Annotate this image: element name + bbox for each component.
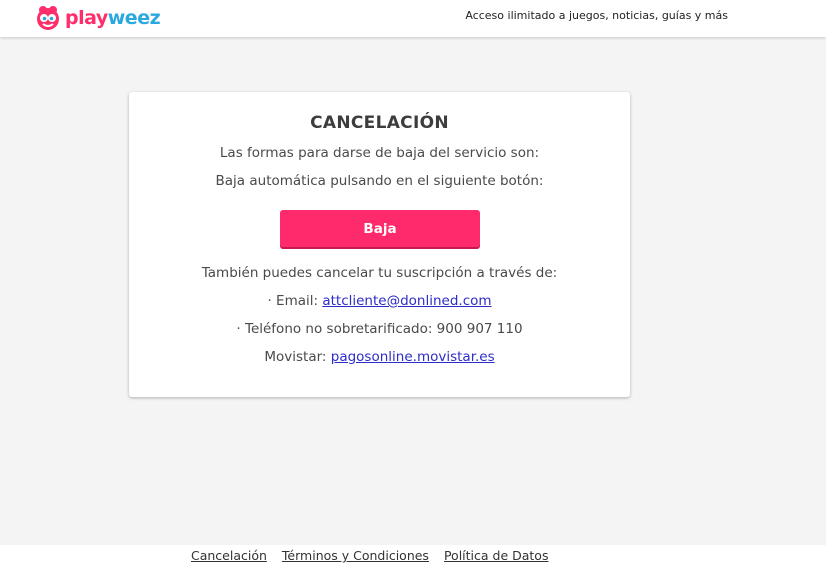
email-prefix: · Email:: [267, 293, 323, 309]
auto-cancel-text: Baja automática pulsando en el siguiente…: [215, 173, 544, 189]
header-tagline: Acceso ilimitado a juegos, noticias, guí…: [465, 9, 728, 22]
phone-line: · Teléfono no sobretarificado: 900 907 1…: [236, 321, 523, 337]
logo-wordmark: playweez: [65, 7, 161, 29]
footer-link-privacidad[interactable]: Política de Datos: [444, 548, 549, 563]
baja-button[interactable]: Baja: [280, 210, 480, 247]
movistar-prefix: Movistar:: [264, 349, 331, 365]
movistar-link[interactable]: pagosonline.movistar.es: [331, 349, 495, 365]
cancellation-card: CANCELACIÓN Las formas para darse de baj…: [129, 92, 630, 397]
logo-wordmark-play: play: [65, 7, 108, 29]
logo-wordmark-weez: weez: [107, 7, 161, 29]
mascot-logo-icon: [37, 6, 59, 30]
top-header: playweez Acceso ilimitado a juegos, noti…: [0, 0, 826, 37]
page-footer: Cancelación Términos y Condiciones Polít…: [0, 545, 826, 565]
alternative-text: También puedes cancelar tu suscripción a…: [201, 265, 558, 281]
footer-link-cancelacion[interactable]: Cancelación: [191, 548, 267, 563]
page-title: CANCELACIÓN: [310, 113, 449, 133]
email-line: · Email: attcliente@donlined.com: [129, 293, 630, 309]
footer-link-terminos[interactable]: Términos y Condiciones: [282, 548, 429, 563]
intro-text: Las formas para darse de baja del servic…: [219, 145, 540, 161]
playweez-logo[interactable]: playweez: [34, 3, 161, 33]
email-link[interactable]: attcliente@donlined.com: [322, 293, 491, 309]
movistar-line: Movistar: pagosonline.movistar.es: [129, 349, 630, 365]
footer-links: Cancelación Términos y Condiciones Polít…: [191, 548, 548, 563]
